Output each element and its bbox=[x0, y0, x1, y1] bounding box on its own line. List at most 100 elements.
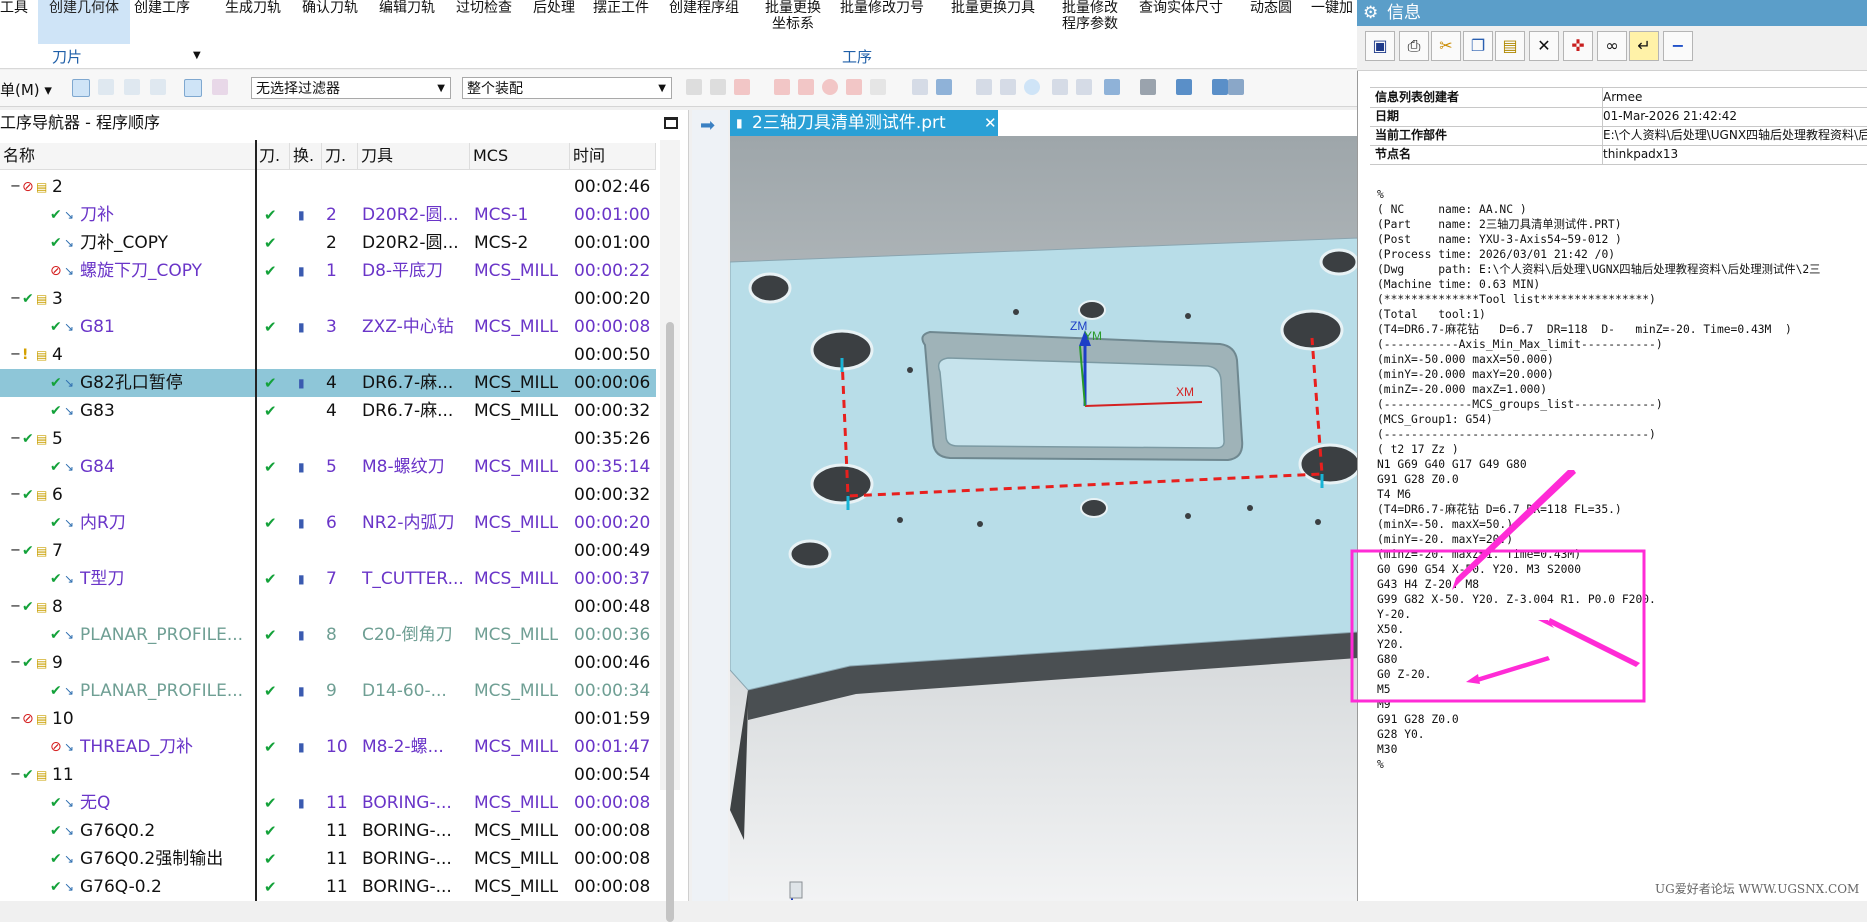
render-style-icon[interactable] bbox=[1140, 79, 1156, 95]
arrow-right-icon[interactable]: ➡ bbox=[700, 117, 720, 135]
table-row[interactable]: − ⊘ ▤ 10 00:01:59 bbox=[0, 705, 656, 733]
collapse-icon[interactable]: − bbox=[10, 537, 21, 565]
collapse-icon[interactable]: − bbox=[10, 285, 21, 313]
ribbon-btn-create-geometry[interactable]: 创建几何体 bbox=[38, 0, 130, 44]
part-model-view[interactable]: ZM YM XM bbox=[729, 110, 1362, 901]
snap-quad-icon[interactable] bbox=[846, 79, 862, 95]
snap-end-icon[interactable] bbox=[774, 79, 790, 95]
table-row[interactable]: ✔ ↘ G76Q-0.2 ✔ 11 BORING-... MCS_MILL 00:00:08 bbox=[0, 873, 656, 901]
fit-icon[interactable] bbox=[976, 79, 992, 95]
table-row[interactable]: − ✔ ▤ 3 00:00:20 bbox=[0, 285, 656, 313]
maximize-icon[interactable] bbox=[664, 117, 678, 129]
table-row[interactable]: ✔ ↘ G84 ✔ ▮ 5 M8-螺纹刀 MCS_MILL 00:35:14 bbox=[0, 453, 656, 481]
collapse-icon[interactable]: − bbox=[10, 481, 21, 509]
zoom-icon[interactable] bbox=[1000, 79, 1016, 95]
ribbon-btn-batch-replace-csys[interactable]: 批量更换 坐标系 bbox=[765, 0, 821, 32]
cut-icon[interactable]: ✂ bbox=[1431, 31, 1461, 61]
tab-close-icon[interactable]: ✕ bbox=[984, 110, 997, 136]
collapse-icon[interactable]: − bbox=[10, 705, 21, 733]
graphics-window[interactable]: ZM YM XM bbox=[729, 110, 1362, 901]
ribbon-group-dropdown-icon[interactable]: ▼ bbox=[193, 50, 201, 61]
wrap-icon[interactable]: ↵ bbox=[1629, 31, 1659, 61]
table-row[interactable]: − ✔ ▤ 9 00:00:46 bbox=[0, 649, 656, 677]
col-header-time[interactable]: 时间 bbox=[570, 143, 656, 169]
navigator-scrollbar[interactable] bbox=[660, 140, 680, 922]
ribbon-btn-verify-path[interactable]: 确认刀轨 bbox=[302, 0, 358, 16]
col-header-tool-number[interactable]: 刀. bbox=[322, 143, 358, 169]
ribbon-btn-one-key[interactable]: 一键加 bbox=[1311, 0, 1353, 16]
part-file-tab[interactable]: ▮ 2三轴刀具清单测试件.prt ✕ bbox=[730, 110, 998, 136]
ribbon-btn-edit-path[interactable]: 编辑刀轨 bbox=[379, 0, 435, 16]
table-row[interactable]: ✔ ↘ G76Q0.2 ✔ 11 BORING-... MCS_MILL 00:00:08 bbox=[0, 817, 656, 845]
table-row[interactable]: ✔ ↘ G82孔口暂停 ✔ ▮ 4 DR6.7-麻... MCS_MILL 00:00:06 bbox=[0, 369, 656, 397]
ribbon-btn-batch-replace-tool[interactable]: 批量更换刀具 bbox=[951, 0, 1035, 16]
table-row[interactable]: ✔ ↘ G76Q0.2强制输出 ✔ 11 BORING-... MCS_MILL 00:00:… bbox=[0, 845, 656, 873]
table-row[interactable]: ⊘ ↘ THREAD_刀补 ✔ ▮ 10 M8-2-螺... MCS_MILL 00:01:47 bbox=[0, 733, 656, 761]
assembly-scope-dropdown[interactable]: 整个装配 ▼ bbox=[462, 77, 672, 99]
shaded-icon[interactable] bbox=[1176, 79, 1192, 95]
section-icon[interactable] bbox=[1076, 79, 1092, 95]
rotate-icon[interactable] bbox=[1024, 79, 1040, 95]
table-row[interactable]: ⊘ ↘ 螺旋下刀_COPY ✔ ▮ 1 D8-平底刀 MCS_MILL 00:00:22 bbox=[0, 257, 656, 285]
table-row[interactable]: ✔ ↘ PLANAR_PROFILE... ✔ ▮ 9 D14-60-... MCS_MILL… bbox=[0, 677, 656, 705]
col-header-tool[interactable]: 刀具 bbox=[358, 143, 470, 169]
table-row[interactable]: − ✔ ▤ 8 00:00:48 bbox=[0, 593, 656, 621]
select-tree-icon[interactable] bbox=[98, 79, 114, 95]
collapse-icon[interactable]: − bbox=[10, 425, 21, 453]
table-row[interactable]: ✔ ↘ 无Q ✔ ▮ 11 BORING-... MCS_MILL 00:00:08 bbox=[0, 789, 656, 817]
ribbon-btn-postprocess[interactable]: 后处理 bbox=[533, 0, 575, 16]
menu-button[interactable]: 单(M) ▾ bbox=[0, 79, 52, 100]
ribbon-btn-create-operation[interactable]: 创建工序 bbox=[134, 0, 190, 16]
snap-point-icon[interactable] bbox=[734, 79, 750, 95]
collapse-icon[interactable]: − bbox=[10, 649, 21, 677]
highlight-icon[interactable] bbox=[184, 79, 202, 97]
paste-icon[interactable]: ▤ bbox=[1495, 31, 1525, 61]
find-icon[interactable]: ✜ bbox=[1563, 31, 1593, 61]
table-row[interactable]: − ⊘ ▤ 2 00:02:46 bbox=[0, 173, 656, 201]
minimize-icon[interactable]: − bbox=[1663, 31, 1693, 61]
ribbon-btn-dynamic-circle[interactable]: 动态圆 bbox=[1250, 0, 1292, 16]
ribbon-btn-batch-program-params[interactable]: 批量修改 程序参数 bbox=[1062, 0, 1118, 32]
table-row[interactable]: − ✔ ▤ 7 00:00:49 bbox=[0, 537, 656, 565]
table-row[interactable]: − ✔ ▤ 11 00:00:54 bbox=[0, 761, 656, 789]
collapse-icon[interactable]: − bbox=[10, 593, 21, 621]
snap-mid-icon[interactable] bbox=[798, 79, 814, 95]
ribbon-btn-create-program-group[interactable]: 创建程序组 bbox=[669, 0, 739, 16]
table-row[interactable]: ✔ ↘ 内R刀 ✔ ▮ 6 NR2-内弧刀 MCS_MILL 00:00:20 bbox=[0, 509, 656, 537]
select-group-icon[interactable] bbox=[150, 79, 166, 95]
more-views-icon[interactable] bbox=[1228, 79, 1244, 95]
layout-icon[interactable] bbox=[1104, 79, 1120, 95]
table-row[interactable]: ✔ ↘ PLANAR_PROFILE... ✔ ▮ 8 C20-倒角刀 MCS_MILL 00:… bbox=[0, 621, 656, 649]
ribbon-btn-batch-tool-number[interactable]: 批量修改刀号 bbox=[840, 0, 924, 16]
table-row[interactable]: ✔ ↘ T型刀 ✔ ▮ 7 T_CUTTER... MCS_MILL 00:00:37 bbox=[0, 565, 656, 593]
table-row[interactable]: ✔ ↘ G83 ✔ 4 DR6.7-麻... MCS_MILL 00:00:32 bbox=[0, 397, 656, 425]
collapse-icon[interactable]: − bbox=[10, 341, 21, 369]
scrollbar-thumb[interactable] bbox=[666, 322, 674, 922]
select-list-icon[interactable] bbox=[124, 79, 140, 95]
ribbon-btn-align-part[interactable]: 摆正工件 bbox=[593, 0, 649, 16]
col-header-tool-status[interactable]: 刀. bbox=[256, 143, 290, 169]
pan-icon[interactable] bbox=[1052, 79, 1068, 95]
table-row[interactable]: −! ▤ 4 00:00:50 bbox=[0, 341, 656, 369]
table-row[interactable]: − ✔ ▤ 6 00:00:32 bbox=[0, 481, 656, 509]
snap-icon-2[interactable] bbox=[710, 79, 726, 95]
table-row[interactable]: ✔ ↘ G81 ✔ ▮ 3 ZXZ-中心钻 MCS_MILL 00:00:08 bbox=[0, 313, 656, 341]
print-icon[interactable]: ⎙ bbox=[1399, 31, 1429, 61]
table-row[interactable]: ✔ ↘ 刀补 ✔ ▮ 2 D20R2-圆... MCS-1 00:01:00 bbox=[0, 201, 656, 229]
snap-center-icon[interactable] bbox=[822, 79, 838, 95]
filter-path-icon[interactable] bbox=[212, 79, 228, 95]
delete-icon[interactable]: ✕ bbox=[1529, 31, 1559, 61]
table-row[interactable]: ✔ ↘ 刀补_COPY ✔ 2 D20R2-圆... MCS-2 00:01:00 bbox=[0, 229, 656, 257]
view-cube-icon[interactable] bbox=[912, 79, 928, 95]
col-header-name[interactable]: 名称 bbox=[0, 143, 256, 169]
snap-box-icon[interactable] bbox=[870, 79, 886, 95]
collapse-icon[interactable]: − bbox=[10, 761, 21, 789]
ribbon-btn-gouge-check[interactable]: 过切检查 bbox=[456, 0, 512, 16]
ribbon-btn-query-solid-size[interactable]: 查询实体尺寸 bbox=[1139, 0, 1223, 16]
ribbon-btn-tools[interactable]: 工具 bbox=[0, 0, 28, 16]
select-icon[interactable] bbox=[72, 79, 90, 97]
collapse-icon[interactable]: − bbox=[10, 173, 21, 201]
snap-icon-1[interactable] bbox=[686, 79, 702, 95]
view-solid-icon[interactable] bbox=[936, 79, 952, 95]
selection-filter-dropdown[interactable]: 无选择过滤器 ▼ bbox=[251, 77, 451, 99]
